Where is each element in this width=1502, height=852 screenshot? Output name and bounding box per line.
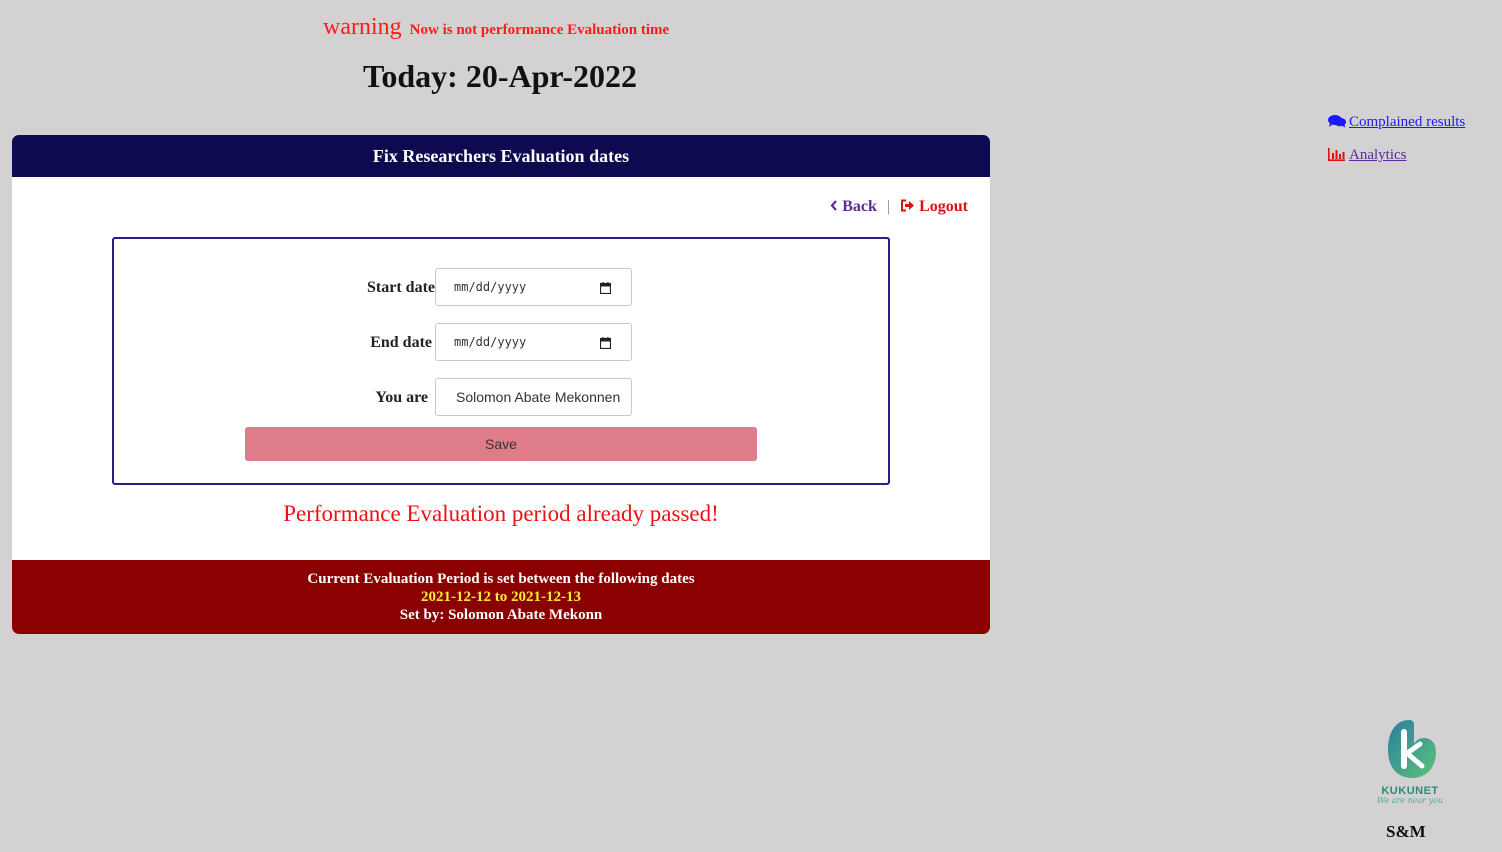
sign-out-icon [901,199,915,212]
today-date: Today: 20-Apr-2022 [362,58,638,94]
nav-separator: | [886,198,891,215]
analytics-link[interactable]: Analytics [1328,147,1465,164]
start-date-row: Start date mm/dd/yyyy [114,268,888,308]
kukunet-logo: KUKUNET We are near you [1372,716,1448,805]
top-nav: Back | Logout [830,198,968,216]
logout-link[interactable]: Logout [900,198,968,215]
card-header: Fix Researchers Evaluation dates [12,135,990,177]
footer-period-text: Current Evaluation Period is set between… [307,571,695,587]
complained-results-label: Complained results [1349,114,1466,130]
footer-dates: 2021-12-12 to 2021-12-13 [421,589,581,605]
warning-banner: warning Now is not performance Evaluatio… [323,14,669,41]
logout-label: Logout [919,198,968,215]
chevron-left-icon [830,200,838,211]
logo-tagline: We are near you [1376,796,1444,805]
warning-label: warning [323,14,402,40]
status-message: Performance Evaluation period already pa… [283,501,719,526]
card-title: Fix Researchers Evaluation dates [372,145,630,166]
calendar-icon[interactable] [600,337,611,349]
complained-results-link[interactable]: Complained results [1328,114,1465,131]
end-date-row: End date mm/dd/yyyy [114,323,888,363]
end-date-value: mm/dd/yyyy [454,335,527,349]
you-are-input[interactable]: Solomon Abate Mekonnen [435,378,632,416]
back-link[interactable]: Back [830,198,881,215]
calendar-icon[interactable] [600,282,611,294]
start-date-value: mm/dd/yyyy [454,280,527,294]
kukunet-logo-icon [1388,720,1436,778]
you-are-label: You are [375,389,428,406]
brand-label: S&M [1386,822,1426,841]
date-form: Start date mm/dd/yyyy End date mm/dd/yyy… [112,237,890,485]
analytics-label: Analytics [1349,147,1407,163]
end-date-label: End date [370,334,432,351]
you-are-row: You are Solomon Abate Mekonnen [114,378,888,418]
comments-icon [1328,115,1346,128]
evaluation-dates-card: Fix Researchers Evaluation dates Back | … [12,135,990,634]
back-label: Back [842,198,877,215]
start-date-label: Start date [367,279,435,296]
warning-message: Now is not performance Evaluation time [409,22,670,38]
bar-chart-icon [1328,148,1345,161]
card-footer: Current Evaluation Period is set between… [12,560,990,634]
end-date-input[interactable]: mm/dd/yyyy [435,323,632,361]
start-date-input[interactable]: mm/dd/yyyy [435,268,632,306]
save-button[interactable]: Save [245,427,757,461]
side-links: Complained results Analytics [1328,114,1465,180]
footer-set-by: Set by: Solomon Abate Mekonn [399,607,603,623]
